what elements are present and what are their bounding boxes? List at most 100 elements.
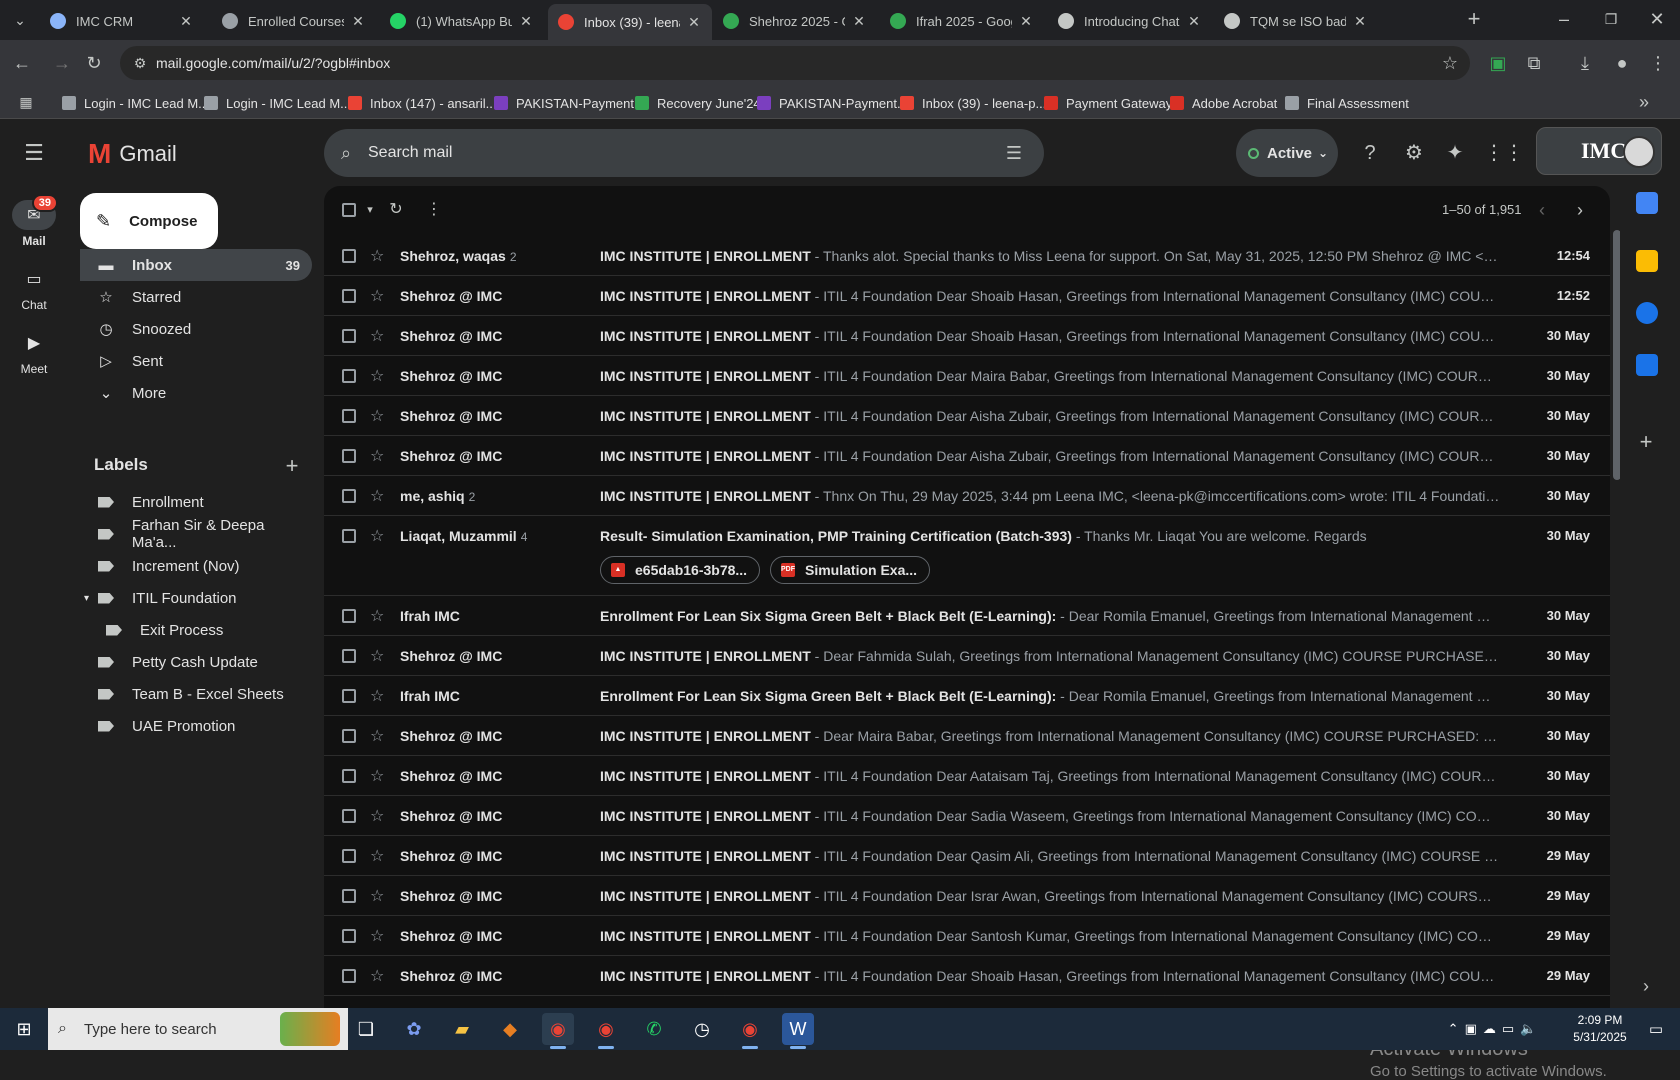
add-label-icon[interactable]: + <box>278 452 306 480</box>
back-icon[interactable]: ← <box>8 49 36 77</box>
get-addons-icon[interactable]: + <box>1632 428 1660 456</box>
tray-icons[interactable]: ⌃▣☁▭🔈 <box>1440 1013 1550 1045</box>
row-checkbox[interactable] <box>342 769 356 783</box>
row-checkbox[interactable] <box>342 929 356 943</box>
rail-meet[interactable]: ▶ Meet <box>0 328 68 376</box>
main-menu-icon[interactable]: ☰ <box>20 139 48 167</box>
email-row[interactable]: ☆ Shehroz @ IMC IMC INSTITUTE | ENROLLMENT… <box>324 756 1610 796</box>
star-icon[interactable]: ☆ <box>370 766 384 786</box>
notifications-icon[interactable]: ▭ <box>1640 1013 1672 1045</box>
star-icon[interactable]: ☆ <box>370 326 384 346</box>
row-checkbox[interactable] <box>342 489 356 503</box>
downloads-icon[interactable]: ⤓ <box>1571 49 1599 77</box>
bookmark-item[interactable]: PAKISTAN-Payment... <box>757 92 908 114</box>
tab-close-icon[interactable]: ✕ <box>1352 13 1368 30</box>
label-item[interactable]: UAE Promotion <box>80 710 312 742</box>
windows-start-icon[interactable]: ⊞ <box>8 1013 40 1045</box>
email-row[interactable]: ☆ Ifrah IMC Enrollment For Lean Six Sigma … <box>324 676 1610 716</box>
email-row[interactable]: ☆ Shehroz @ IMC IMC INSTITUTE | ENROLLMENT… <box>324 396 1610 436</box>
copilot-icon[interactable]: ✿ <box>398 1013 430 1045</box>
tab-search-icon[interactable]: ⌄ <box>6 6 34 34</box>
tab-close-icon[interactable]: ✕ <box>350 13 366 30</box>
tasks-icon[interactable] <box>1636 302 1658 324</box>
more-bookmarks-icon[interactable]: » <box>1630 88 1658 116</box>
select-dropdown-icon[interactable]: ▾ <box>356 196 384 224</box>
tab-close-icon[interactable]: ✕ <box>1018 13 1034 30</box>
star-icon[interactable]: ☆ <box>370 926 384 946</box>
calendar-icon[interactable] <box>1636 192 1658 214</box>
search-input[interactable]: Search mail <box>368 144 452 162</box>
select-all-checkbox[interactable] <box>342 203 356 217</box>
label-item[interactable]: Increment (Nov) <box>80 550 312 582</box>
refresh-icon[interactable]: ↻ <box>382 196 410 224</box>
close-window-icon[interactable]: ✕ <box>1643 5 1671 33</box>
app-icon[interactable]: ◆ <box>494 1013 526 1045</box>
star-icon[interactable]: ☆ <box>370 446 384 466</box>
email-row[interactable]: ☆ Shehroz @ IMC IMC INSTITUTE | ENROLLMENT… <box>324 836 1610 876</box>
contacts-icon[interactable] <box>1636 354 1658 376</box>
label-item[interactable]: Exit Process <box>80 614 312 646</box>
row-checkbox[interactable] <box>342 969 356 983</box>
row-checkbox[interactable] <box>342 289 356 303</box>
email-row[interactable]: ☆ Ifrah IMC Enrollment For Lean Six Sigma … <box>324 596 1610 636</box>
star-icon[interactable]: ☆ <box>370 286 384 306</box>
more-actions-icon[interactable]: ⋮ <box>420 196 448 224</box>
label-item[interactable]: ▾ ITIL Foundation <box>80 582 312 614</box>
browser-tab[interactable]: (1) WhatsApp Business ✕ <box>380 6 544 36</box>
google-apps-icon[interactable]: ⋮⋮ <box>1484 139 1524 167</box>
restore-icon[interactable]: ❐ <box>1597 5 1625 33</box>
row-checkbox[interactable] <box>342 609 356 623</box>
label-item[interactable]: Farhan Sir & Deepa Ma'a... <box>80 517 312 551</box>
star-icon[interactable]: ☆ <box>370 606 384 626</box>
row-checkbox[interactable] <box>342 449 356 463</box>
taskbar-search[interactable]: ⌕ Type here to search <box>48 1008 348 1050</box>
browser-tab[interactable]: Enrolled Courses | IMC ✕ <box>212 6 376 36</box>
forward-icon[interactable]: → <box>48 49 76 77</box>
nav-item-inbox[interactable]: ▬ Inbox 39 <box>80 249 312 281</box>
system-clock[interactable]: 2:09 PM 5/31/2025 <box>1560 1012 1640 1046</box>
gmail-logo[interactable]: M Gmail <box>88 138 177 170</box>
browser-tab[interactable]: Shehroz 2025 - Google ✕ <box>713 6 877 36</box>
bookmark-item[interactable]: Final Assessment <box>1285 92 1409 114</box>
row-checkbox[interactable] <box>342 849 356 863</box>
row-checkbox[interactable] <box>342 369 356 383</box>
email-row[interactable]: ☆ Shehroz @ IMC IMC INSTITUTE | ENROLLMENT… <box>324 796 1610 836</box>
browser-tab[interactable]: IMC CRM ✕ <box>40 6 204 36</box>
new-tab-button[interactable]: + <box>1460 5 1488 33</box>
nav-item-more[interactable]: ⌄ More <box>80 377 312 409</box>
row-checkbox[interactable] <box>342 729 356 743</box>
next-page-icon[interactable]: › <box>1566 196 1594 224</box>
collapse-arrow-icon[interactable]: ▾ <box>84 593 89 604</box>
task-view-icon[interactable]: ❏ <box>350 1013 382 1045</box>
nav-item-starred[interactable]: ☆ Starred <box>80 281 312 313</box>
row-checkbox[interactable] <box>342 329 356 343</box>
label-item[interactable]: Enrollment <box>80 486 312 518</box>
reload-icon[interactable]: ↻ <box>80 49 108 77</box>
row-checkbox[interactable] <box>342 889 356 903</box>
keep-icon[interactable] <box>1636 250 1658 272</box>
browser-tab[interactable]: Introducing ChatGPT ✕ <box>1048 6 1212 36</box>
help-icon[interactable]: ? <box>1356 139 1384 167</box>
apps-grid-icon[interactable]: ▦ <box>12 88 40 116</box>
clock-app-icon[interactable]: ◷ <box>686 1013 718 1045</box>
account-org-logo[interactable]: IMC <box>1536 127 1662 175</box>
label-item[interactable]: Petty Cash Update <box>80 646 312 678</box>
star-icon[interactable]: ☆ <box>370 246 384 266</box>
bookmark-star-icon[interactable]: ☆ <box>1436 49 1464 77</box>
row-checkbox[interactable] <box>342 809 356 823</box>
search-bar[interactable]: ⌕ Search mail ☰ <box>324 129 1044 177</box>
email-row[interactable]: ☆ Shehroz @ IMC IMC INSTITUTE | ENROLLMENT… <box>324 316 1610 356</box>
search-options-icon[interactable]: ☰ <box>1000 139 1028 167</box>
bookmark-item[interactable]: PAKISTAN-Payment... <box>494 92 645 114</box>
chrome-icon[interactable]: ◉ <box>542 1013 574 1049</box>
tab-close-icon[interactable]: ✕ <box>178 13 194 30</box>
email-row[interactable]: ☆ Shehroz @ IMC IMC INSTITUTE | ENROLLMENT… <box>324 916 1610 956</box>
rail-chat[interactable]: ▭ Chat <box>0 264 68 312</box>
bookmark-item[interactable]: Payment Gateway <box>1044 92 1172 114</box>
star-icon[interactable]: ☆ <box>370 806 384 826</box>
email-row[interactable]: ☆ Shehroz @ IMC IMC INSTITUTE | ENROLLMENT… <box>324 636 1610 676</box>
row-checkbox[interactable] <box>342 529 356 543</box>
profile-avatar[interactable]: ● <box>1608 49 1636 77</box>
email-row[interactable]: ☆ Liaqat, Muzammil 4 Result- Simulation Exa… <box>324 516 1610 596</box>
hide-panel-icon[interactable]: › <box>1632 972 1660 1000</box>
